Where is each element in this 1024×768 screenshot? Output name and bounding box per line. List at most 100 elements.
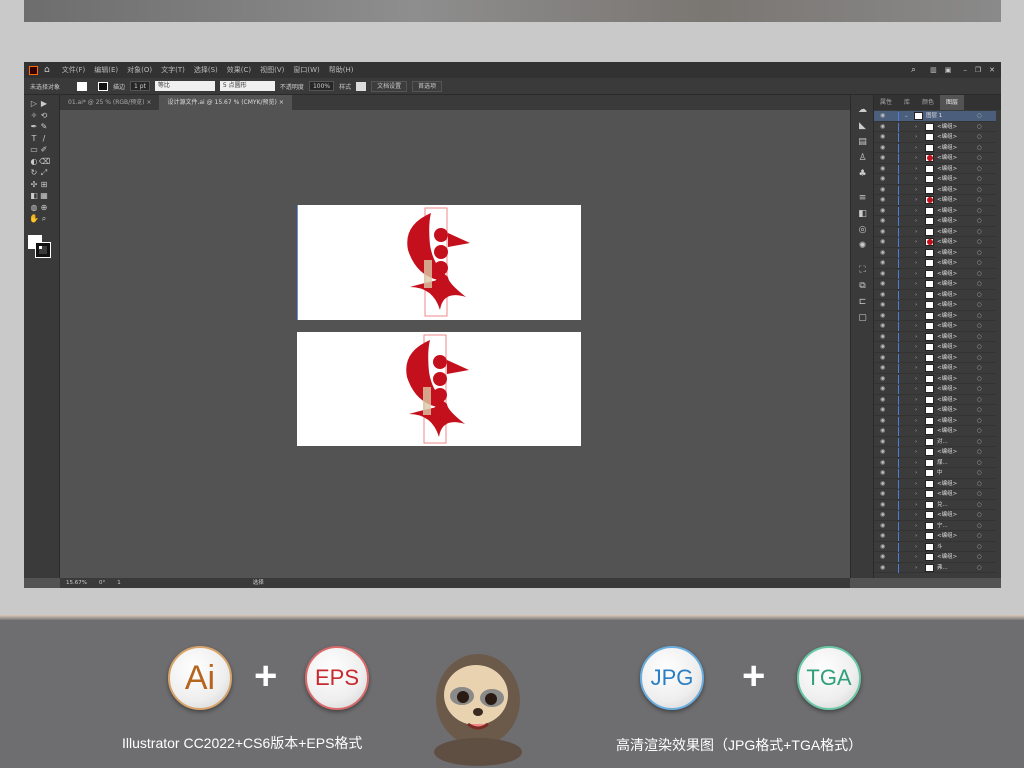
layer-row[interactable]: ◉ › <编组> ○: [874, 395, 996, 405]
style-swatch[interactable]: [356, 81, 367, 91]
chevron-right-icon[interactable]: ›: [915, 185, 917, 196]
panel-icon[interactable]: ▤: [857, 137, 868, 147]
tool-icon[interactable]: /: [39, 134, 49, 143]
layer-row[interactable]: ◉ › <编组> ○: [874, 363, 996, 374]
eye-icon[interactable]: ◉: [880, 426, 885, 437]
eye-icon[interactable]: ◉: [880, 122, 885, 133]
eye-icon[interactable]: ◉: [880, 458, 885, 469]
chevron-right-icon[interactable]: ›: [915, 279, 917, 290]
layer-row[interactable]: ◉ › <编组> ○: [874, 269, 996, 280]
chevron-right-icon[interactable]: ›: [915, 311, 917, 322]
target-icon[interactable]: ○: [977, 521, 982, 532]
target-icon[interactable]: ○: [977, 111, 982, 122]
artboard-1[interactable]: [297, 205, 581, 320]
layer-row[interactable]: ◉ › <编组> ○: [874, 216, 996, 227]
target-icon[interactable]: ○: [977, 237, 982, 248]
layer-row[interactable]: ◉ › <编组> ○: [874, 279, 996, 290]
panel-icon[interactable]: ♙: [857, 153, 868, 163]
chevron-right-icon[interactable]: ›: [915, 332, 917, 343]
document-setup-button[interactable]: 文档设置: [371, 80, 408, 92]
layer-row[interactable]: ◉ › 对... ○: [874, 437, 996, 448]
target-icon[interactable]: ○: [977, 185, 982, 196]
eye-icon[interactable]: ◉: [880, 405, 885, 416]
stroke-weight-field[interactable]: 1 pt: [130, 81, 150, 91]
layer-row[interactable]: ◉ › <编组> ○: [874, 353, 996, 363]
layer-row[interactable]: ◉ › <编组> ○: [874, 405, 996, 416]
layer-row[interactable]: ◉ › 中 ○: [874, 468, 996, 479]
panel-icon[interactable]: ♣: [857, 169, 868, 179]
tool-icon[interactable]: ▶: [39, 99, 49, 108]
eye-icon[interactable]: ◉: [880, 563, 885, 574]
eye-icon[interactable]: ◉: [880, 416, 885, 427]
target-icon[interactable]: ○: [977, 216, 982, 227]
target-icon[interactable]: ○: [977, 552, 982, 563]
chevron-right-icon[interactable]: ›: [915, 416, 917, 427]
panel-icon[interactable]: ✺: [857, 241, 868, 251]
eye-icon[interactable]: ◉: [880, 437, 885, 448]
eye-icon[interactable]: ◉: [880, 521, 885, 532]
chevron-right-icon[interactable]: ›: [915, 342, 917, 353]
target-icon[interactable]: ○: [977, 321, 982, 332]
layer-row[interactable]: ◉ › <编组> ○: [874, 300, 996, 311]
chevron-right-icon[interactable]: ›: [915, 500, 917, 511]
layer-row[interactable]: ◉ › <编组> ○: [874, 447, 996, 458]
chevron-right-icon[interactable]: ›: [915, 363, 917, 374]
chevron-right-icon[interactable]: ›: [915, 216, 917, 227]
layer-row[interactable]: ◉ › <编组> ○: [874, 342, 996, 353]
eye-icon[interactable]: ◉: [880, 174, 885, 185]
layer-row[interactable]: ◉ › <编组> ○: [874, 248, 996, 259]
target-icon[interactable]: ○: [977, 195, 982, 206]
menu-help[interactable]: 帮助(H): [329, 65, 354, 75]
variable-width-select[interactable]: 等比: [154, 81, 215, 91]
eye-icon[interactable]: ◉: [880, 510, 885, 521]
layer-row[interactable]: ◉ › <编组> ○: [874, 164, 996, 174]
tool-icon[interactable]: ✐: [39, 145, 49, 154]
eye-icon[interactable]: ◉: [880, 531, 885, 542]
tool-icon[interactable]: ◐: [29, 157, 39, 166]
chevron-right-icon[interactable]: ›: [915, 195, 917, 206]
target-icon[interactable]: ○: [977, 143, 982, 154]
target-icon[interactable]: ○: [977, 374, 982, 385]
target-icon[interactable]: ○: [977, 248, 982, 259]
eye-icon[interactable]: ◉: [880, 111, 885, 122]
chevron-right-icon[interactable]: ›: [915, 458, 917, 469]
target-icon[interactable]: ○: [977, 174, 982, 185]
artboard-field[interactable]: 1: [117, 578, 121, 588]
target-icon[interactable]: ○: [977, 458, 982, 469]
canvas[interactable]: [60, 110, 850, 578]
panel-icon[interactable]: ◣: [857, 121, 868, 131]
eye-icon[interactable]: ◉: [880, 500, 885, 511]
panel-icon[interactable]: ▢: [857, 313, 868, 323]
target-icon[interactable]: ○: [977, 300, 982, 311]
chevron-right-icon[interactable]: ›: [915, 521, 917, 532]
target-icon[interactable]: ○: [977, 437, 982, 448]
eye-icon[interactable]: ◉: [880, 237, 885, 248]
panel-icon[interactable]: ⊏: [857, 297, 868, 307]
tool-icon[interactable]: ✎: [39, 122, 49, 131]
layer-row[interactable]: ◉ › 宁... ○: [874, 521, 996, 532]
layer-row[interactable]: ◉ › <编组> ○: [874, 510, 996, 521]
layer-row[interactable]: ◉ › <编组> ○: [874, 384, 996, 395]
minimize-icon[interactable]: –: [963, 66, 967, 74]
chevron-right-icon[interactable]: ›: [915, 248, 917, 259]
chevron-right-icon[interactable]: ›: [915, 374, 917, 385]
eye-icon[interactable]: ◉: [880, 269, 885, 280]
tool-icon[interactable]: ◍: [29, 203, 39, 212]
tool-icon[interactable]: ✧: [29, 111, 39, 120]
chevron-right-icon[interactable]: ›: [915, 132, 917, 143]
target-icon[interactable]: ○: [977, 342, 982, 353]
tool-icon[interactable]: ⌫: [39, 157, 50, 166]
menu-type[interactable]: 文字(T): [161, 65, 185, 75]
target-icon[interactable]: ○: [977, 468, 982, 479]
chevron-right-icon[interactable]: ›: [915, 300, 917, 311]
tab-properties[interactable]: 属性: [874, 95, 898, 110]
tool-icon[interactable]: ↻: [29, 168, 39, 177]
eye-icon[interactable]: ◉: [880, 447, 885, 458]
eye-icon[interactable]: ◉: [880, 153, 885, 164]
home-icon[interactable]: ⌂: [44, 65, 50, 75]
chevron-right-icon[interactable]: ›: [915, 552, 917, 563]
eye-icon[interactable]: ◉: [880, 311, 885, 322]
layer-row[interactable]: ◉ › <编组> ○: [874, 206, 996, 216]
search-icon[interactable]: ⌕: [911, 65, 916, 75]
target-icon[interactable]: ○: [977, 132, 982, 143]
